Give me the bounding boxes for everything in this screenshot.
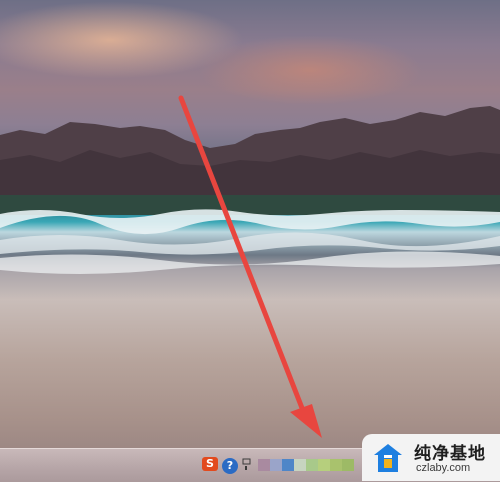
watermark-url: czlaby.com <box>416 462 471 474</box>
network-icon[interactable] <box>242 458 252 472</box>
red-annotation-arrow <box>178 95 322 438</box>
help-icon[interactable]: ? <box>222 458 238 474</box>
watermark-title: 纯净基地 <box>414 444 486 464</box>
house-logo-icon <box>374 444 402 472</box>
watermark-badge: 纯净基地 czlaby.com <box>362 434 500 481</box>
sogou-ime-icon[interactable]: S <box>202 457 218 471</box>
desktop-wallpaper <box>0 0 500 448</box>
blurred-tray-icons[interactable] <box>258 459 354 471</box>
